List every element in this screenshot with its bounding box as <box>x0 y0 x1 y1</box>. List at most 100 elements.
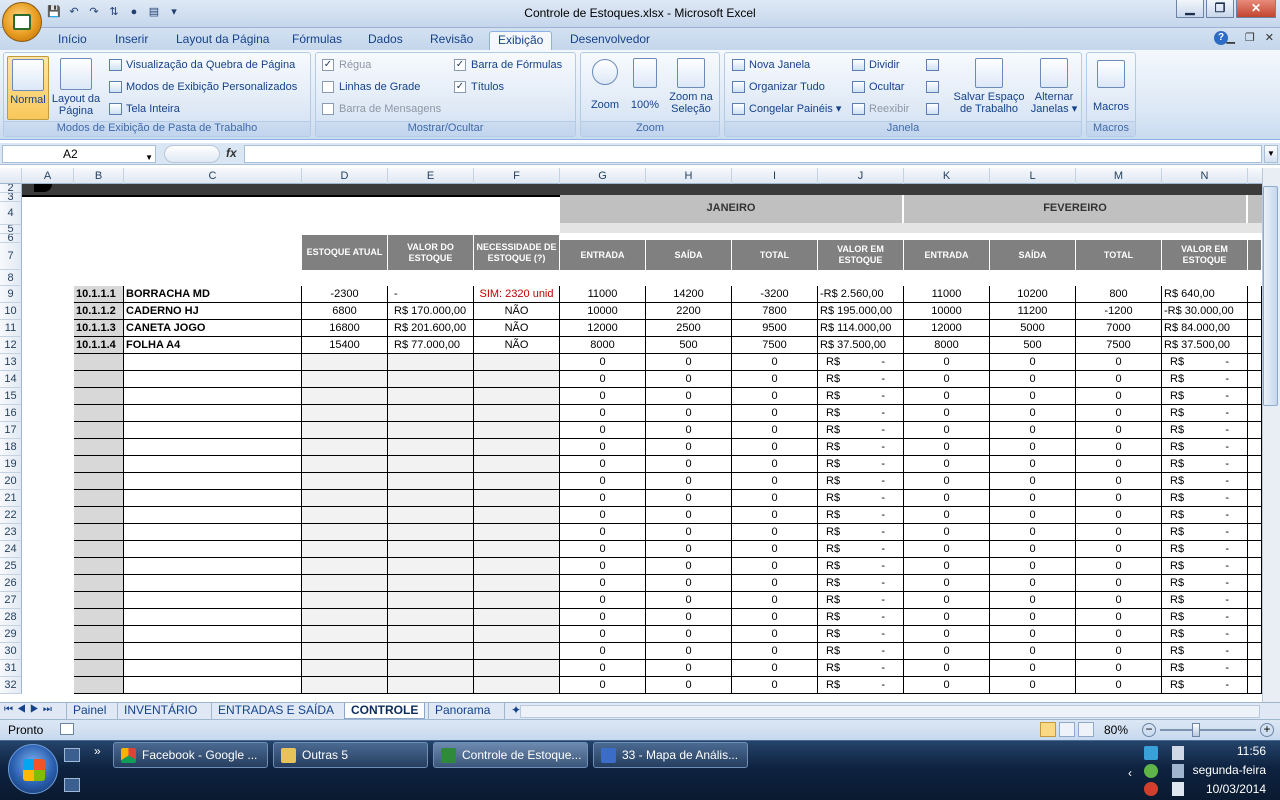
empty-valor[interactable] <box>388 405 474 422</box>
empty-currency[interactable]: R$ - <box>818 677 904 694</box>
empty-num[interactable]: 0 <box>1076 371 1162 388</box>
start-button[interactable] <box>8 744 58 794</box>
empty-estoque[interactable] <box>302 592 388 609</box>
empty-estoque[interactable] <box>302 405 388 422</box>
empty-num[interactable]: 0 <box>732 643 818 660</box>
empty-valor[interactable] <box>388 524 474 541</box>
empty-estoque[interactable] <box>302 677 388 694</box>
empty-currency[interactable]: R$ - <box>1162 575 1248 592</box>
empty-num[interactable]: 0 <box>732 473 818 490</box>
empty-num[interactable]: 0 <box>732 575 818 592</box>
formula-input[interactable] <box>244 145 1262 163</box>
empty-name[interactable] <box>124 592 302 609</box>
empty-valor[interactable] <box>388 354 474 371</box>
empty-num[interactable]: 0 <box>560 354 646 371</box>
empty-currency[interactable]: R$ - <box>818 660 904 677</box>
empty-code[interactable] <box>74 558 124 575</box>
tab-formulas[interactable]: Fórmulas <box>284 31 350 50</box>
empty-next-col[interactable] <box>1248 456 1262 473</box>
office-button[interactable] <box>2 2 42 42</box>
empty-valor[interactable] <box>388 507 474 524</box>
empty-num[interactable]: 0 <box>560 677 646 694</box>
item-next-col[interactable] <box>1248 303 1262 320</box>
empty-num[interactable]: 0 <box>904 456 990 473</box>
row-header-12[interactable]: 12 <box>0 337 22 354</box>
empty-currency[interactable]: R$ - <box>1162 677 1248 694</box>
empty-necessidade[interactable] <box>474 524 560 541</box>
row-header-16[interactable]: 16 <box>0 405 22 422</box>
empty-valor[interactable] <box>388 490 474 507</box>
row-header-3[interactable]: 3 <box>0 193 22 202</box>
empty-necessidade[interactable] <box>474 422 560 439</box>
save-workspace-button[interactable]: Salvar Espaço de Trabalho <box>953 56 1025 115</box>
insert-function-icon[interactable]: fx <box>226 146 237 160</box>
empty-num[interactable]: 0 <box>1076 626 1162 643</box>
empty-currency[interactable]: R$ - <box>1162 439 1248 456</box>
empty-code[interactable] <box>74 456 124 473</box>
empty-num[interactable]: 0 <box>732 405 818 422</box>
empty-necessidade[interactable] <box>474 388 560 405</box>
empty-currency[interactable]: R$ - <box>818 643 904 660</box>
empty-num[interactable]: 0 <box>990 575 1076 592</box>
empty-name[interactable] <box>124 524 302 541</box>
side-by-side-icon[interactable] <box>925 56 939 74</box>
row-header-19[interactable]: 19 <box>0 456 22 473</box>
tab-exibicao[interactable]: Exibição <box>489 31 553 50</box>
empty-num[interactable]: 0 <box>1076 609 1162 626</box>
empty-num[interactable]: 0 <box>560 660 646 677</box>
unhide-button[interactable]: Reexibir <box>851 100 909 118</box>
row-header-14[interactable]: 14 <box>0 371 22 388</box>
empty-necessidade[interactable] <box>474 609 560 626</box>
empty-num[interactable]: 0 <box>732 456 818 473</box>
zoom-100-button[interactable]: 100% <box>627 56 663 111</box>
empty-name[interactable] <box>124 388 302 405</box>
empty-next-col[interactable] <box>1248 507 1262 524</box>
empty-num[interactable]: 0 <box>990 490 1076 507</box>
item-fev-col[interactable]: R$ 640,00 <box>1162 286 1248 303</box>
empty-next-col[interactable] <box>1248 388 1262 405</box>
item-fev-col[interactable]: -1200 <box>1076 303 1162 320</box>
column-header-h[interactable]: H <box>646 168 732 184</box>
empty-currency[interactable]: R$ - <box>818 422 904 439</box>
empty-currency[interactable]: R$ - <box>818 592 904 609</box>
empty-num[interactable]: 0 <box>990 507 1076 524</box>
empty-num[interactable]: 0 <box>646 354 732 371</box>
empty-next-col[interactable] <box>1248 405 1262 422</box>
arrange-all-button[interactable]: Organizar Tudo <box>731 78 825 96</box>
empty-necessidade[interactable] <box>474 660 560 677</box>
empty-num[interactable]: 0 <box>732 541 818 558</box>
empty-code[interactable] <box>74 439 124 456</box>
split-button[interactable]: Dividir <box>851 56 900 74</box>
empty-num[interactable]: 0 <box>1076 473 1162 490</box>
empty-estoque[interactable] <box>302 473 388 490</box>
empty-num[interactable]: 0 <box>990 405 1076 422</box>
empty-num[interactable]: 0 <box>904 558 990 575</box>
empty-num[interactable]: 0 <box>560 558 646 575</box>
tab-inicio[interactable]: Início <box>50 31 95 50</box>
item-fev-col[interactable]: 500 <box>990 337 1076 354</box>
empty-num[interactable]: 0 <box>560 490 646 507</box>
empty-currency[interactable]: R$ - <box>818 388 904 405</box>
item-name[interactable]: CADERNO HJ <box>124 303 302 320</box>
sync-scroll-icon[interactable] <box>925 78 939 96</box>
empty-currency[interactable]: R$ - <box>1162 592 1248 609</box>
empty-valor[interactable] <box>388 388 474 405</box>
name-box-dropdown-icon[interactable]: ▼ <box>145 150 153 166</box>
empty-name[interactable] <box>124 456 302 473</box>
empty-num[interactable]: 0 <box>732 388 818 405</box>
zoom-level[interactable]: 80% <box>1104 723 1128 737</box>
item-necessidade[interactable]: NÃO <box>474 320 560 337</box>
empty-num[interactable]: 0 <box>990 388 1076 405</box>
empty-code[interactable] <box>74 422 124 439</box>
empty-estoque[interactable] <box>302 558 388 575</box>
empty-num[interactable]: 0 <box>904 660 990 677</box>
empty-num[interactable]: 0 <box>646 660 732 677</box>
empty-num[interactable]: 0 <box>646 609 732 626</box>
row-header-28[interactable]: 28 <box>0 609 22 626</box>
empty-num[interactable]: 0 <box>646 558 732 575</box>
empty-necessidade[interactable] <box>474 354 560 371</box>
empty-num[interactable]: 0 <box>904 439 990 456</box>
workbook-minimize-icon[interactable]: ▁ <box>1226 31 1234 44</box>
empty-name[interactable] <box>124 439 302 456</box>
reset-position-icon[interactable] <box>925 100 939 118</box>
